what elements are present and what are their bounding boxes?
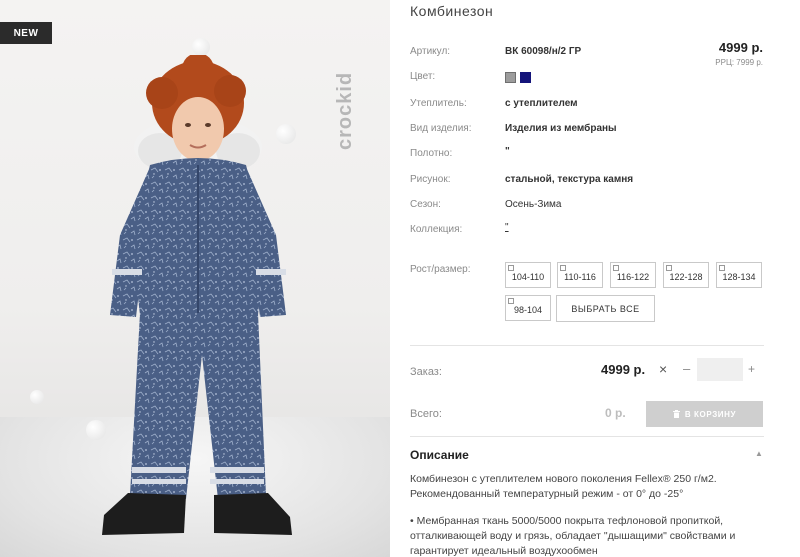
product-type-value: Изделия из мембраны bbox=[505, 123, 617, 134]
description-title[interactable]: Описание bbox=[410, 448, 469, 462]
collapse-caret-icon[interactable]: ▲ bbox=[755, 449, 763, 458]
total-label: Всего: bbox=[410, 408, 442, 420]
recommended-retail-price: РРЦ: 7999 р. bbox=[715, 58, 763, 67]
size-option-110-116[interactable]: 110-116 bbox=[557, 262, 603, 288]
product-price: 4999 р. bbox=[718, 40, 763, 55]
checkbox-icon[interactable] bbox=[560, 265, 566, 271]
product-type-label: Вид изделия: bbox=[410, 123, 472, 134]
description-bullet: • Мембранная ткань 5000/5000 покрыта теф… bbox=[410, 515, 736, 557]
divider bbox=[410, 345, 764, 346]
new-badge: NEW bbox=[0, 22, 52, 44]
size-option-122-128[interactable]: 122-128 bbox=[663, 262, 709, 288]
color-swatch-navy[interactable] bbox=[520, 72, 531, 83]
add-to-cart-button[interactable]: В КОРЗИНУ bbox=[646, 401, 763, 427]
insulation-value: с утеплителем bbox=[505, 98, 578, 109]
size-option-98-104[interactable]: 98-104 bbox=[505, 295, 551, 321]
product-title: Комбинезон bbox=[410, 3, 494, 19]
product-photo[interactable]: NEW crockid bbox=[0, 0, 390, 557]
size-label: Рост/размер: bbox=[410, 264, 471, 275]
pattern-label: Рисунок: bbox=[410, 174, 451, 185]
fabric-value: " bbox=[505, 146, 510, 157]
order-price: 4999 р. bbox=[601, 362, 646, 377]
divider bbox=[410, 436, 764, 437]
checkbox-icon[interactable] bbox=[508, 298, 514, 304]
season-value: Осень-Зима bbox=[505, 199, 562, 210]
insulation-label: Утеплитель: bbox=[410, 98, 467, 109]
color-swatch-grey[interactable] bbox=[505, 72, 516, 83]
season-label: Сезон: bbox=[410, 199, 441, 210]
collection-label: Коллекция: bbox=[410, 224, 463, 235]
checkbox-icon[interactable] bbox=[719, 265, 725, 271]
child-snowsuit-image bbox=[102, 55, 292, 535]
order-label: Заказ: bbox=[410, 366, 442, 378]
multiply-icon: × bbox=[659, 361, 668, 377]
collection-value[interactable]: " bbox=[505, 222, 509, 233]
snowball-decoration bbox=[30, 390, 44, 404]
size-option-104-110[interactable]: 104-110 bbox=[505, 262, 551, 288]
quantity-input[interactable] bbox=[697, 358, 743, 381]
increase-quantity-button[interactable]: + bbox=[748, 362, 755, 376]
article-label: Артикул: bbox=[410, 46, 451, 57]
select-all-sizes-button[interactable]: ВЫБРАТЬ ВСЕ bbox=[556, 295, 655, 322]
checkbox-icon[interactable] bbox=[508, 265, 514, 271]
total-value: 0 р. bbox=[605, 406, 626, 420]
fabric-label: Полотно: bbox=[410, 148, 453, 159]
size-option-128-134[interactable]: 128-134 bbox=[716, 262, 762, 288]
snowball-decoration bbox=[192, 38, 210, 56]
checkbox-icon[interactable] bbox=[613, 265, 619, 271]
add-to-cart-label: В КОРЗИНУ bbox=[684, 409, 737, 419]
checkbox-icon[interactable] bbox=[666, 265, 672, 271]
decrease-quantity-button[interactable]: – bbox=[683, 361, 690, 376]
size-option-116-122[interactable]: 116-122 bbox=[610, 262, 656, 288]
pattern-value: стальной, текстура камня bbox=[505, 174, 634, 185]
color-label: Цвет: bbox=[410, 71, 436, 82]
description-paragraph: Комбинезон с утеплителем нового поколени… bbox=[410, 473, 717, 500]
trash-icon bbox=[672, 410, 680, 418]
article-value: ВК 60098/н/2 ГР bbox=[505, 46, 582, 57]
